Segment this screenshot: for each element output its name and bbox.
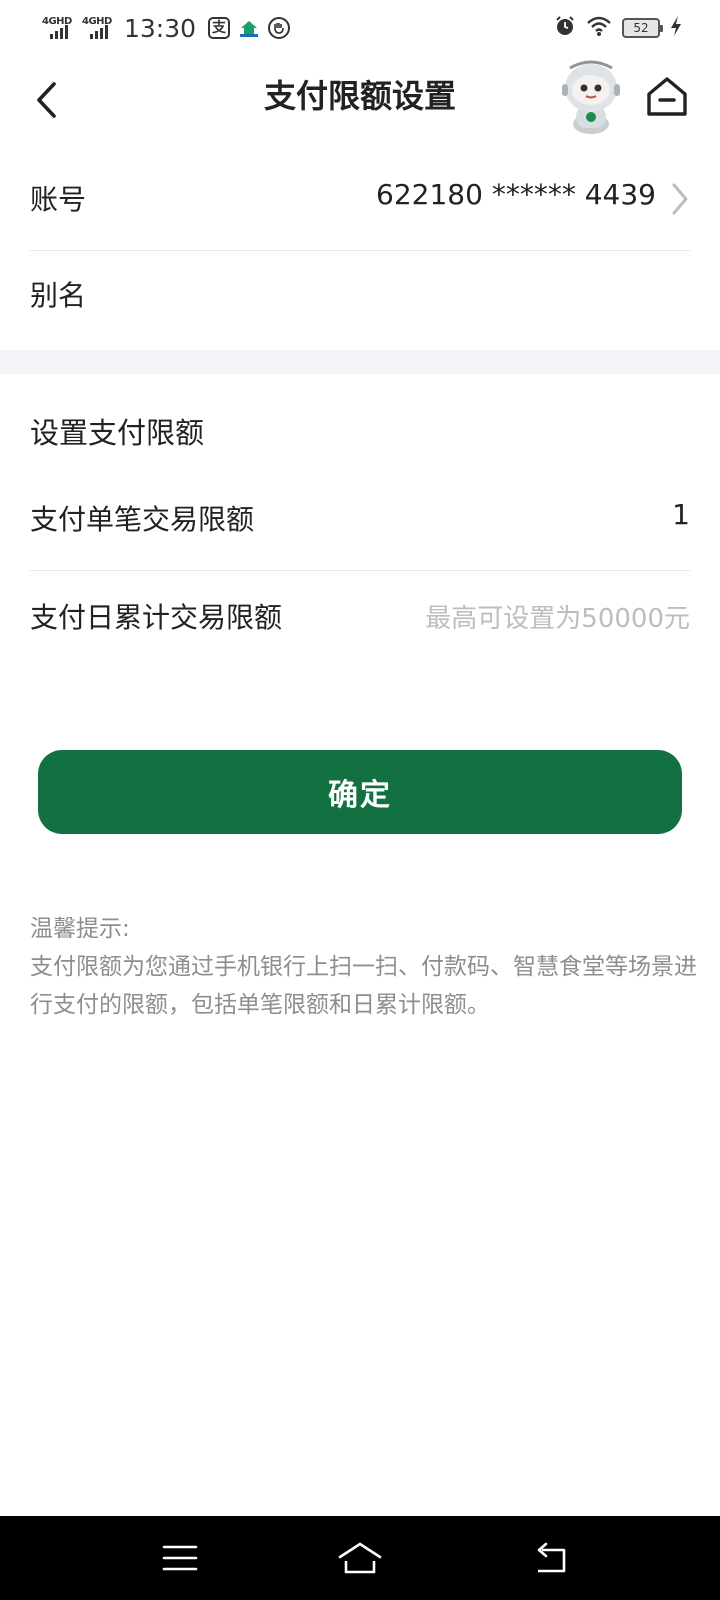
section-title: 设置支付限额: [30, 416, 205, 450]
account-number: 622180 ****** 4439: [376, 178, 656, 211]
alipay-icon: 支: [208, 17, 231, 39]
menu-nav-button[interactable]: [154, 1532, 206, 1584]
tips-body: 支付限额为您通过手机银行上扫一扫、付款码、智慧食堂等场景进行支付的限额，包括单笔…: [30, 954, 697, 1018]
wifi-icon: [586, 15, 612, 41]
home-button[interactable]: [644, 74, 690, 120]
divider: [30, 250, 690, 251]
daily-limit-row[interactable]: 支付日累计交易限额 最高可设置为50000元: [30, 596, 690, 644]
header: 支付限额设置: [0, 56, 720, 144]
back-nav-button[interactable]: [524, 1532, 576, 1584]
home-nav-button[interactable]: [334, 1532, 386, 1584]
single-limit-input[interactable]: 1: [672, 498, 690, 531]
daily-limit-label: 支付日累计交易限额: [30, 601, 283, 634]
shield-app-icon: [268, 17, 291, 39]
account-label: 账号: [30, 183, 87, 216]
tips-title: 温馨提示:: [30, 916, 130, 942]
menu-icon: [162, 1545, 198, 1571]
account-row[interactable]: 账号 622180 ****** 4439: [30, 178, 690, 222]
status-time: 13:30: [124, 13, 197, 43]
tips-block: 温馨提示: 支付限额为您通过手机银行上扫一扫、付款码、智慧食堂等场景进行支付的限…: [30, 910, 700, 1024]
battery-icon: 52: [622, 18, 663, 38]
alarm-icon: [554, 15, 576, 41]
signal-icon: 4GHD: [42, 14, 74, 42]
robot-mascot-icon[interactable]: [556, 60, 626, 134]
alias-label: 别名: [30, 279, 87, 312]
single-limit-row[interactable]: 支付单笔交易限额 1: [30, 498, 690, 546]
signal-icon-2: 4GHD: [82, 14, 114, 42]
divider: [30, 570, 690, 571]
home-icon: [647, 77, 687, 116]
bank-app-icon: [238, 17, 260, 39]
chevron-right-icon: [670, 182, 690, 220]
daily-limit-input[interactable]: 最高可设置为50000元: [425, 598, 690, 635]
charging-icon: [670, 15, 682, 41]
system-nav-bar: [0, 1516, 720, 1600]
back-nav-icon: [537, 1542, 566, 1573]
alias-row[interactable]: 别名: [30, 274, 690, 318]
home-nav-icon: [338, 1542, 382, 1574]
single-limit-label: 支付单笔交易限额: [30, 503, 255, 536]
status-bar: 4GHD 4GHD 13:30 支 52: [0, 0, 720, 56]
confirm-button[interactable]: 确定: [38, 750, 682, 834]
section-separator: [0, 350, 720, 374]
